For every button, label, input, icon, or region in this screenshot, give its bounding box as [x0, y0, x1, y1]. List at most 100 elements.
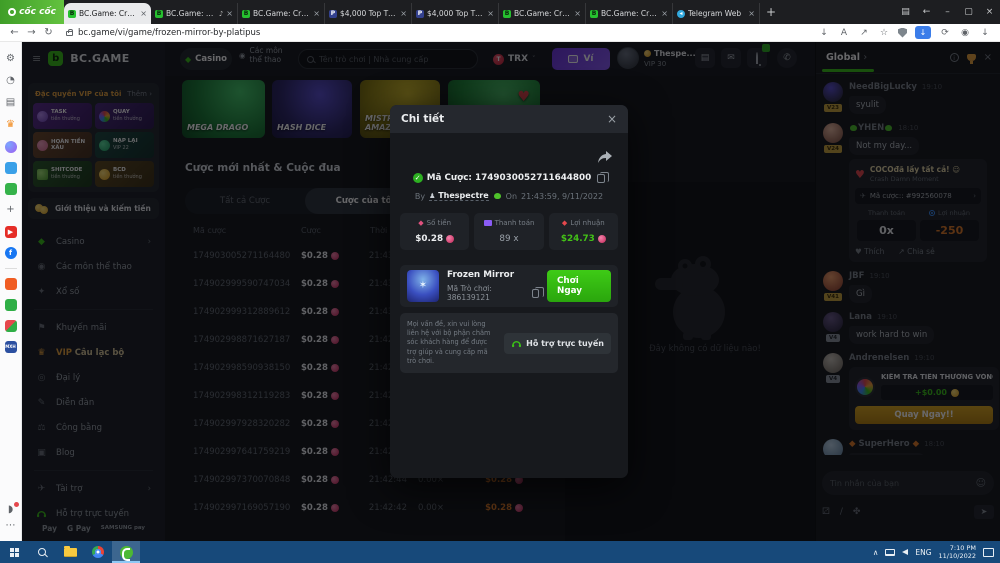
taskbar-clock[interactable]: 7:10 PM11/10/2022	[939, 544, 976, 561]
game-thumbnail: ✶	[407, 270, 439, 302]
browser-tab-2[interactable]: B BC.Game: Crypt ♪ ×	[151, 3, 238, 24]
browser-tabstrip: cốc cốc B BC.Game: Crypto Ca × B BC.Game…	[0, 0, 1000, 24]
frog-badge-icon	[494, 193, 501, 199]
add-shortcut-icon[interactable]: +	[4, 203, 18, 217]
download-manager-button[interactable]: ↓	[915, 26, 931, 39]
payout-wallet-icon	[484, 220, 492, 226]
browser-tab-5[interactable]: P $4,000 Top Tier Pl ×	[412, 3, 499, 24]
downloads-tray-icon[interactable]: ↓	[979, 28, 991, 38]
bet-id-text: Mã Cược: 1749030052711644800	[427, 173, 592, 183]
language-indicator[interactable]: ENG	[915, 548, 931, 557]
browser-tab-4[interactable]: P $4,000 Top Tier Plat ×	[325, 3, 412, 24]
tab-close-icon[interactable]: ×	[400, 9, 407, 18]
game-name: Frozen Mirror	[447, 270, 539, 280]
facebook-icon[interactable]: f	[5, 247, 17, 259]
sidebar-divider	[5, 268, 17, 269]
chrome-button[interactable]	[84, 541, 112, 563]
live-support-button[interactable]: Hỗ trợ trực tuyến	[504, 333, 611, 354]
telegram-favicon: ◂	[677, 10, 685, 18]
bcgame-favicon: B	[590, 10, 598, 18]
tab-label: BC.Game: Crypto Ca	[514, 9, 571, 18]
messenger-icon[interactable]	[5, 141, 17, 153]
social-mxh-icon[interactable]: MXH	[5, 341, 17, 353]
speaker-icon[interactable]	[902, 549, 908, 555]
shopping-orange-icon[interactable]	[5, 278, 17, 290]
reading-list-icon[interactable]: ▤	[4, 96, 18, 110]
new-tab-button[interactable]: +	[766, 5, 776, 19]
minimize-button[interactable]: –	[937, 0, 958, 24]
browser-tab-6[interactable]: B BC.Game: Crypto Ca ×	[499, 3, 586, 24]
close-window-button[interactable]: ×	[979, 0, 1000, 24]
search-icon	[38, 548, 46, 556]
support-section: Mọi vấn đề, xin vui lòng liên hệ với bộ …	[400, 313, 618, 373]
game-card[interactable]: ✶ Frozen Mirror Mã Trò chơi: 386139121 C…	[400, 265, 618, 307]
deals-icon[interactable]	[5, 320, 17, 332]
more-options-icon[interactable]: ⋯	[4, 519, 18, 533]
boss-key-icon[interactable]: ←	[916, 0, 937, 24]
shopping-green-icon[interactable]	[5, 299, 17, 311]
tools-icon[interactable]	[5, 162, 17, 174]
start-button[interactable]	[0, 541, 28, 563]
browser-tab-1[interactable]: B BC.Game: Crypto Ca ×	[64, 3, 151, 24]
forward-icon[interactable]: →	[23, 27, 40, 38]
taskbar-search-button[interactable]	[28, 541, 56, 563]
bcgame-page: ≡ b BC.GAME Đặc quyền VIP của tôi Thêm ›…	[22, 42, 1000, 541]
action-center-icon[interactable]	[983, 548, 994, 557]
tab-label: BC.Game: Crypt	[166, 9, 216, 18]
back-icon[interactable]: ←	[6, 27, 23, 38]
https-lock-icon[interactable]	[66, 31, 73, 36]
windows-taskbar: ∧ ENG 7:10 PM11/10/2022	[0, 541, 1000, 563]
translate-icon[interactable]: A	[838, 28, 850, 38]
tab-close-icon[interactable]: ×	[487, 9, 494, 18]
tab-audio-icon[interactable]: ♪	[219, 10, 223, 18]
network-icon[interactable]	[885, 549, 895, 556]
tab-close-icon[interactable]: ×	[313, 9, 320, 18]
tab-close-icon[interactable]: ×	[574, 9, 581, 18]
bookmark-star-icon[interactable]: ☆	[878, 28, 890, 38]
browser-tab-3[interactable]: B BC.Game: Crypto Ca ×	[238, 3, 325, 24]
support-note: Mọi vấn đề, xin vui lòng liên hệ với bộ …	[407, 320, 496, 366]
history-icon[interactable]: ◔	[4, 74, 18, 88]
notifications-bell-icon[interactable]: ◗	[4, 503, 18, 517]
tab-label: BC.Game: Crypto Ca	[79, 9, 137, 18]
vip-crown-icon[interactable]: ♛	[4, 118, 18, 132]
game-id: Mã Trò chơi: 386139121	[447, 284, 526, 302]
tab-close-icon[interactable]: ×	[748, 9, 755, 18]
browser-sidebar: ⚙ ◔ ▤ ♛ + ▶ f MXH ◗ ⋯	[0, 42, 22, 541]
tab-close-icon[interactable]: ×	[226, 9, 233, 18]
browser-tab-8[interactable]: ◂ Telegram Web ×	[673, 3, 760, 24]
coccoc-logo-icon	[8, 8, 16, 16]
url-text[interactable]: bc.game/vi/game/frozen-mirror-by-platipu…	[78, 28, 260, 38]
tab-label: $4,000 Top Tier Plat	[340, 9, 397, 18]
modal-close-icon[interactable]: ×	[607, 112, 617, 126]
youtube-icon[interactable]: ▶	[5, 226, 17, 238]
copy-icon[interactable]	[532, 289, 539, 298]
maximize-button[interactable]: ▢	[958, 0, 979, 24]
profile-icon[interactable]: ◉	[959, 28, 971, 38]
share-bet-icon[interactable]	[598, 151, 612, 163]
person-icon: ♟	[429, 192, 435, 200]
tray-chevron-icon[interactable]: ∧	[873, 548, 879, 557]
settings-gear-icon[interactable]: ⚙	[4, 52, 18, 66]
bet-user-link[interactable]: ♟ Thespectre	[429, 191, 489, 201]
browser-tab-7[interactable]: B BC.Game: Crypto Ca ×	[586, 3, 673, 24]
tab-label: Telegram Web	[688, 9, 745, 18]
file-explorer-button[interactable]	[56, 541, 84, 563]
share-page-icon[interactable]: ↗	[858, 28, 870, 38]
side-panel-icon[interactable]: ▤	[895, 0, 916, 24]
play-now-button[interactable]: Chơi Ngay	[547, 270, 611, 302]
reload-icon[interactable]: ↻	[40, 27, 57, 38]
bet-datetime: 21:43:59, 9/11/2022	[521, 192, 603, 201]
stat-payout: Thanh toán 89 x	[474, 213, 543, 250]
tab-close-icon[interactable]: ×	[140, 9, 147, 18]
coccoc-brand[interactable]: cốc cốc	[0, 0, 64, 24]
games-gamepad-icon[interactable]	[5, 183, 17, 195]
windows-logo-icon	[10, 548, 19, 557]
copy-icon[interactable]	[597, 174, 605, 183]
coccoc-button[interactable]	[112, 541, 140, 563]
headset-icon	[511, 339, 522, 348]
sync-icon[interactable]: ⟳	[939, 28, 951, 38]
adblock-shield-icon[interactable]	[898, 28, 907, 38]
tab-close-icon[interactable]: ×	[661, 9, 668, 18]
save-page-icon[interactable]: ↓	[818, 28, 830, 38]
